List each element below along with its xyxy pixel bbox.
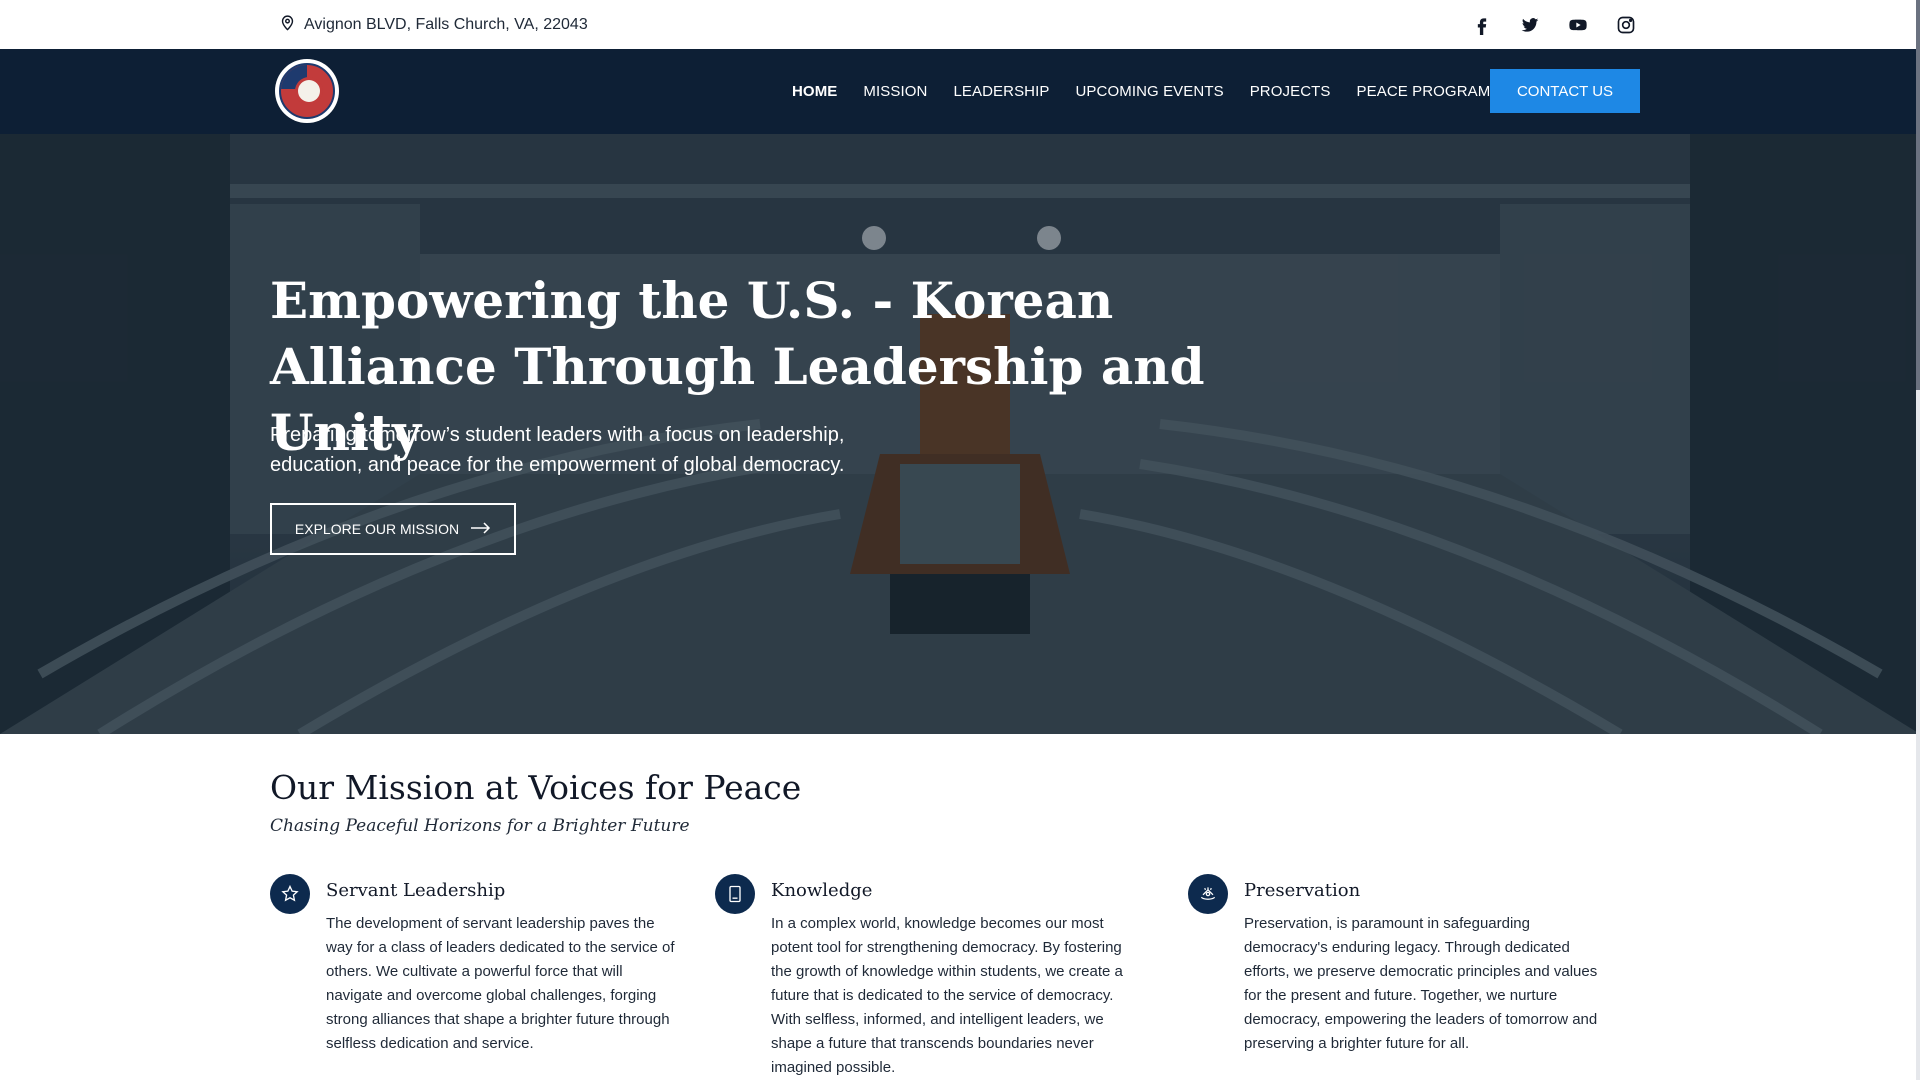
address-text: Avignon BLVD, Falls Church, VA, 22043 — [304, 16, 588, 33]
nav-item-mission[interactable]: MISSION — [863, 83, 927, 100]
youtube-icon[interactable] — [1566, 13, 1590, 37]
facebook-icon[interactable] — [1470, 13, 1494, 37]
pillar-body: Preservation, is paramount in safeguardi… — [1244, 915, 1598, 1052]
instagram-icon[interactable] — [1614, 13, 1638, 37]
nav-item-projects[interactable]: PROJECTS — [1250, 83, 1331, 100]
pillar-title: Servant Leadership — [326, 880, 506, 901]
contact-us-button[interactable]: CONTACT US — [1490, 69, 1640, 113]
social-links — [1470, 13, 1638, 37]
logo-emblem — [279, 63, 335, 119]
nav-item-peace-program[interactable]: PEACE PROGRAM — [1357, 83, 1491, 100]
pillar-body: The development of servant leadership pa… — [326, 915, 675, 1052]
pillar-body: In a complex world, knowledge becomes ou… — [771, 915, 1123, 1076]
mission-section: Our Mission at Voices for Peace Chasing … — [0, 734, 1920, 1080]
hero-subtitle: Preparing tomorrow’s student leaders wit… — [270, 424, 845, 476]
page-scrollbar[interactable] — [1916, 0, 1920, 1080]
explore-mission-label: EXPLORE OUR MISSION — [294, 521, 460, 537]
site-logo[interactable] — [275, 59, 339, 123]
pillar-title: Preservation — [1244, 880, 1361, 901]
mission-subtitle: Chasing Peaceful Horizons for a Brighter… — [270, 816, 690, 836]
scrollbar-thumb[interactable] — [1916, 0, 1920, 390]
top-bar: Avignon BLVD, Falls Church, VA, 22043 — [0, 0, 1920, 49]
hero-section: Empowering the U.S. - Korean Alliance Th… — [0, 134, 1920, 734]
tablet-icon — [715, 874, 755, 914]
main-nav: HOME MISSION LEADERSHIP UPCOMING EVENTS … — [0, 49, 1920, 134]
location-pin-icon — [279, 14, 296, 36]
nav-links: HOME MISSION LEADERSHIP UPCOMING EVENTS … — [792, 49, 1490, 134]
pillar-title: Knowledge — [771, 880, 873, 901]
explore-mission-button[interactable]: EXPLORE OUR MISSION — [270, 503, 516, 555]
star-icon — [270, 874, 310, 914]
twitter-icon[interactable] — [1518, 13, 1542, 37]
address: Avignon BLVD, Falls Church, VA, 22043 — [279, 14, 588, 36]
mission-title: Our Mission at Voices for Peace — [270, 768, 802, 807]
arrow-right-icon — [471, 521, 491, 537]
preservation-icon — [1188, 874, 1228, 914]
nav-item-leadership[interactable]: LEADERSHIP — [953, 83, 1049, 100]
nav-item-home[interactable]: HOME — [792, 83, 837, 100]
nav-item-upcoming-events[interactable]: UPCOMING EVENTS — [1076, 83, 1224, 100]
